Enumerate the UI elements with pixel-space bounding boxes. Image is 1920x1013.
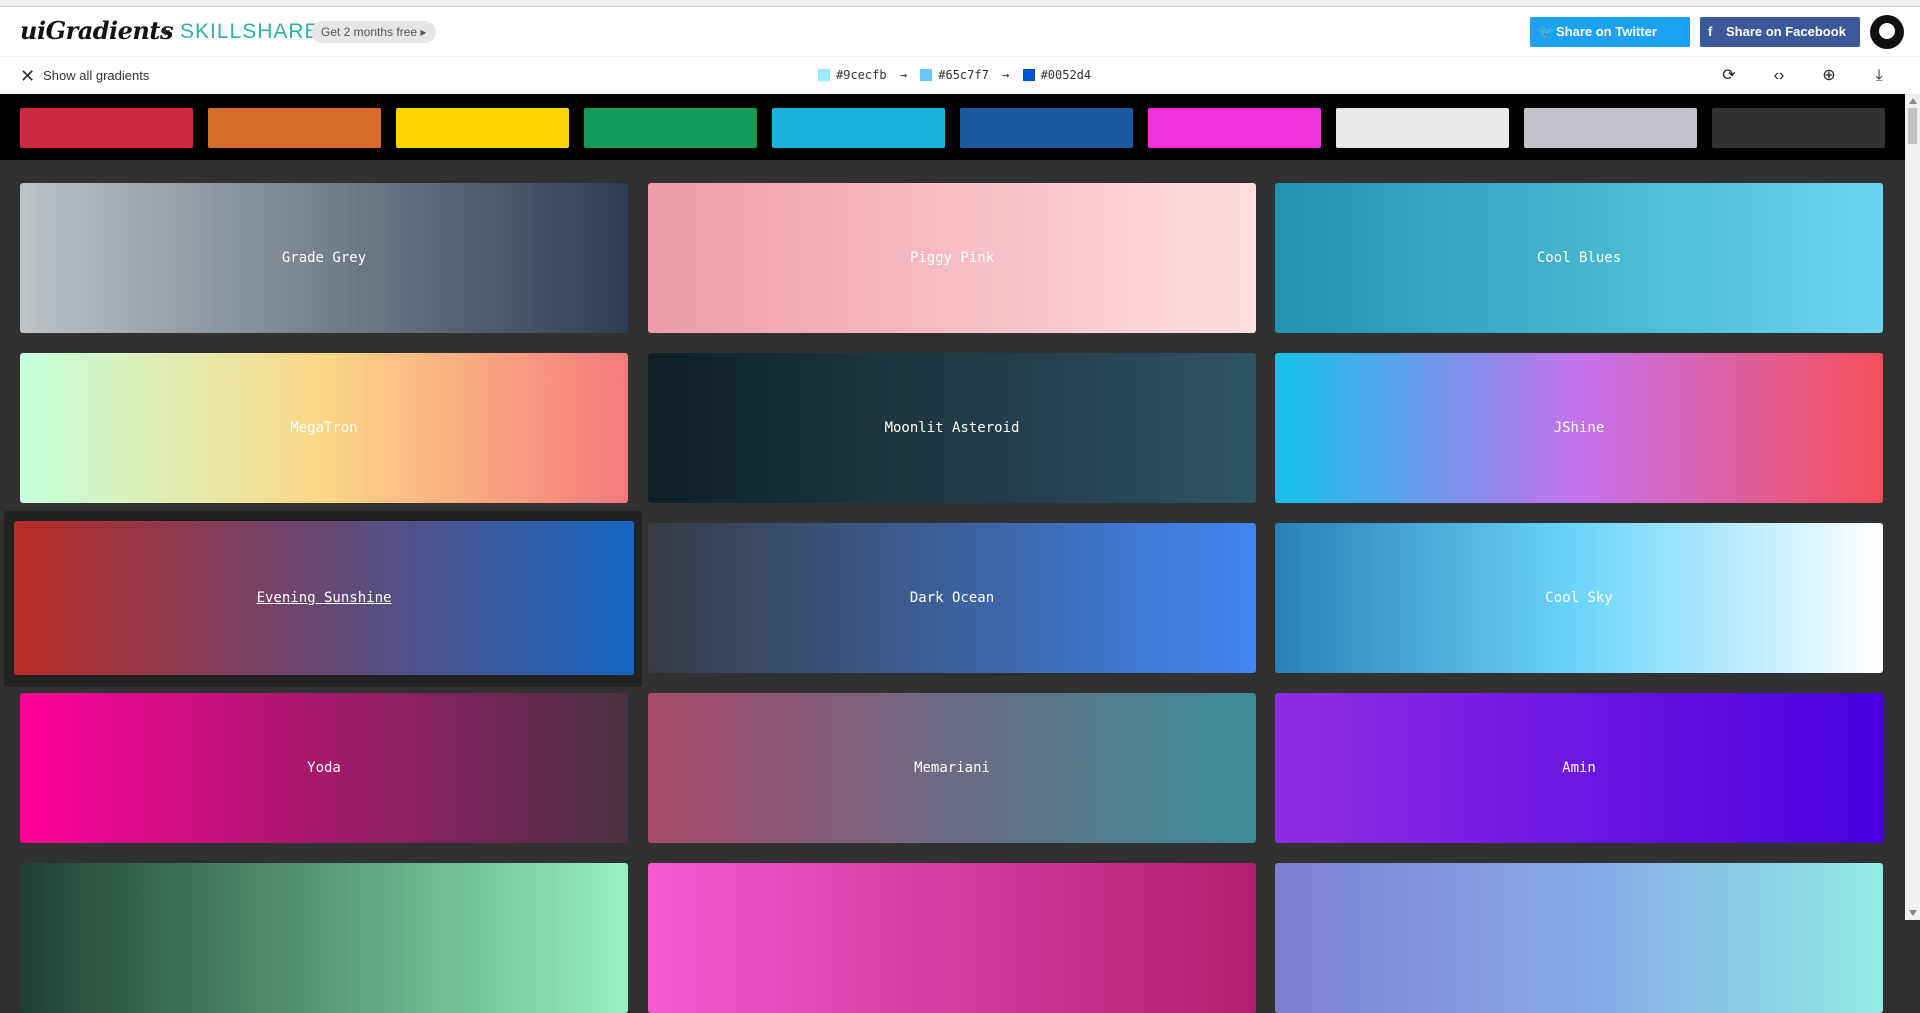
gradient-name: Amin bbox=[1562, 760, 1596, 776]
gradient-card[interactable]: Cool Sky bbox=[1275, 523, 1883, 673]
gradient-name: Memariani bbox=[914, 760, 990, 776]
gradient-name: Piggy Pink bbox=[909, 250, 995, 266]
color-filter-swatch[interactable] bbox=[1148, 108, 1321, 148]
gradient-card[interactable]: Piggy Pink bbox=[648, 183, 1256, 333]
gradient-card[interactable]: Yoda bbox=[20, 693, 628, 843]
scroll-up-arrow[interactable] bbox=[1909, 98, 1917, 104]
show-all-label: Show all gradients bbox=[43, 68, 150, 83]
color-filter-swatch[interactable] bbox=[1524, 108, 1697, 148]
gradient-name: Cool Blues bbox=[1536, 250, 1622, 266]
github-icon[interactable] bbox=[1870, 15, 1904, 49]
color-filter-swatch[interactable] bbox=[396, 108, 569, 148]
color-filter-swatch[interactable] bbox=[772, 108, 945, 148]
gradient-card[interactable]: Cool Blues bbox=[1275, 183, 1883, 333]
twitter-icon: 🐦 bbox=[1538, 24, 1555, 39]
color-filter-swatch[interactable] bbox=[1712, 108, 1885, 148]
color-hex[interactable]: #65c7f7 bbox=[938, 68, 989, 82]
gradient-name bbox=[1275, 863, 1883, 1013]
show-all-gradients-button[interactable]: ✕ Show all gradients bbox=[20, 66, 149, 87]
gradient-name: Dark Ocean bbox=[909, 590, 995, 606]
color-filter-bar bbox=[0, 94, 1905, 160]
color-filter-swatch[interactable] bbox=[208, 108, 381, 148]
plus-sign: + bbox=[160, 21, 171, 41]
gradient-card[interactable]: Memariani bbox=[648, 693, 1256, 843]
gradient-card[interactable]: Dark Ocean bbox=[648, 523, 1256, 673]
share-facebook-label: Share on Facebook bbox=[1726, 24, 1846, 39]
gradient-toolbar: ✕ Show all gradients #9cecfb → #65c7f7 → … bbox=[0, 56, 1920, 95]
rotate-icon[interactable]: ⟳ bbox=[1718, 65, 1740, 87]
code-icon[interactable]: ‹› bbox=[1768, 65, 1790, 87]
share-facebook-button[interactable]: f Share on Facebook bbox=[1700, 17, 1860, 47]
gradient-name: Evening Sunshine bbox=[256, 590, 392, 606]
current-gradient-colors: #9cecfb → #65c7f7 → #0052d4 bbox=[818, 68, 1091, 82]
color-filter-swatch[interactable] bbox=[20, 108, 193, 148]
add-gradient-icon[interactable]: ⊕ bbox=[1818, 65, 1840, 87]
gradient-card[interactable] bbox=[648, 863, 1256, 1013]
color-swatch bbox=[818, 69, 830, 81]
scrollbar[interactable] bbox=[1905, 94, 1920, 920]
gradient-name: JShine bbox=[1553, 420, 1605, 436]
facebook-icon: f bbox=[1708, 24, 1713, 39]
share-twitter-button[interactable]: 🐦 Share on Twitter bbox=[1530, 17, 1690, 47]
download-icon[interactable]: ⤓ bbox=[1868, 65, 1890, 87]
skillshare-logo[interactable]: SKILLSHARE bbox=[180, 20, 320, 44]
gradient-name bbox=[648, 863, 1256, 1013]
site-header: uiGradients + SKILLSHARE Get 2 months fr… bbox=[0, 7, 1920, 56]
gradient-name bbox=[20, 863, 628, 1013]
promo-badge[interactable]: Get 2 months free ▸ bbox=[311, 21, 437, 43]
gradient-name: Yoda bbox=[307, 760, 341, 776]
browser-top-edge bbox=[0, 0, 1920, 7]
gradient-card[interactable]: MegaTron bbox=[20, 353, 628, 503]
color-filter-swatch[interactable] bbox=[584, 108, 757, 148]
gradient-card[interactable]: Evening Sunshine bbox=[14, 521, 634, 675]
scroll-down-arrow[interactable] bbox=[1909, 910, 1917, 916]
gradient-name: Grade Grey bbox=[281, 250, 367, 266]
gradient-card[interactable]: Grade Grey bbox=[20, 183, 628, 333]
color-hex[interactable]: #0052d4 bbox=[1041, 68, 1092, 82]
gradient-card[interactable]: Moonlit Asteroid bbox=[648, 353, 1256, 503]
color-swatch bbox=[1022, 69, 1035, 81]
close-icon: ✕ bbox=[20, 66, 36, 86]
scroll-thumb[interactable] bbox=[1908, 108, 1917, 144]
gradient-card[interactable]: JShine bbox=[1275, 353, 1883, 503]
color-filter-swatch[interactable] bbox=[1336, 108, 1509, 148]
arrow-icon: → bbox=[899, 68, 908, 82]
color-swatch bbox=[920, 69, 933, 81]
gradient-name: Cool Sky bbox=[1545, 590, 1613, 606]
color-hex[interactable]: #9cecfb bbox=[836, 68, 887, 82]
color-filter-swatch[interactable] bbox=[960, 108, 1133, 148]
arrow-icon: → bbox=[1002, 68, 1010, 82]
site-logo[interactable]: uiGradients bbox=[20, 16, 173, 45]
gradient-name: MegaTron bbox=[290, 420, 358, 436]
share-twitter-label: Share on Twitter bbox=[1556, 24, 1657, 39]
gradient-card[interactable] bbox=[1275, 863, 1883, 1013]
gradient-card[interactable] bbox=[20, 863, 628, 1013]
gradient-name: Moonlit Asteroid bbox=[884, 420, 1020, 436]
gradient-card[interactable]: Amin bbox=[1275, 693, 1883, 843]
